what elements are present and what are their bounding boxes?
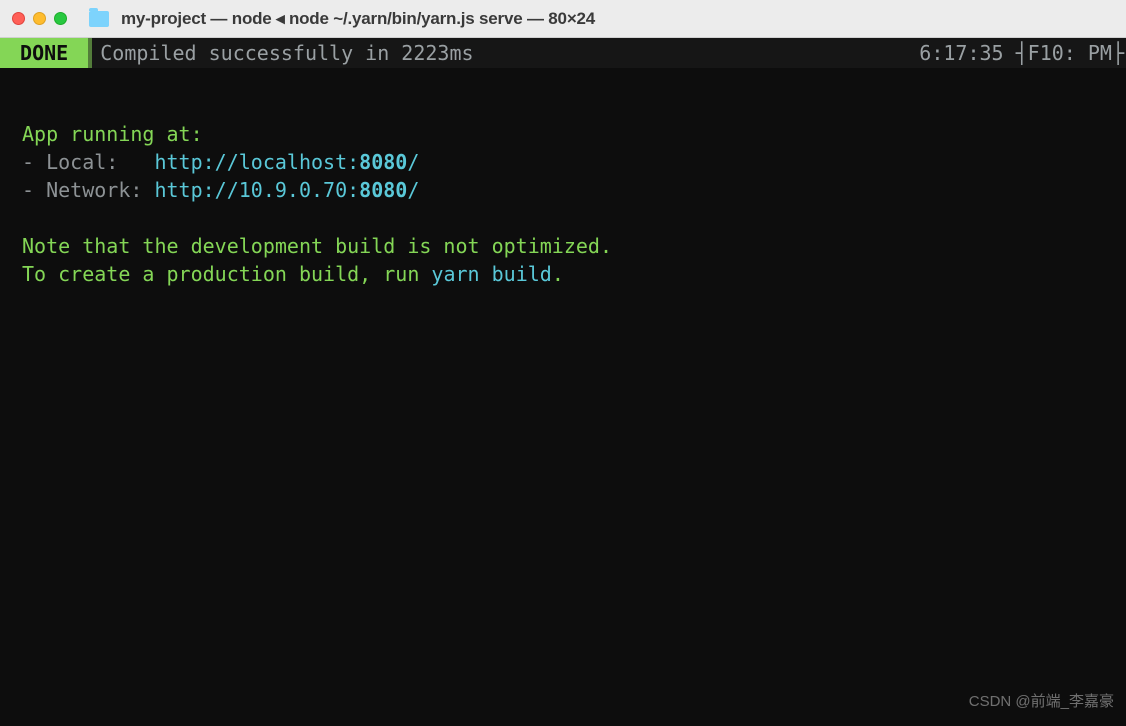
output-line: To create a production build, run yarn b… <box>22 262 564 286</box>
local-url-host: http://localhost: <box>154 150 359 174</box>
terminal-output: App running at: - Local: http://localhos… <box>0 68 1126 316</box>
watermark: CSDN @前端_李嘉豪 <box>969 688 1114 716</box>
traffic-lights <box>12 12 67 25</box>
network-url-tail: / <box>407 178 419 202</box>
terminal-area[interactable]: DONE Compiled successfully in 2223ms 6:1… <box>0 38 1126 726</box>
clock-time: 6:17:35 ┤F10: PM├ <box>919 39 1126 67</box>
local-url-port: 8080 <box>359 150 407 174</box>
network-prefix: - Network: <box>22 178 154 202</box>
note-line-2a: To create a production build, run <box>22 262 431 286</box>
note-line-1: Note that the development build is not o… <box>22 234 612 258</box>
window-title: my-project — node ◂ node ~/.yarn/bin/yar… <box>121 9 595 29</box>
maximize-window-button[interactable] <box>54 12 67 25</box>
network-url-port: 8080 <box>359 178 407 202</box>
yarn-build-command: yarn build <box>431 262 551 286</box>
close-window-button[interactable] <box>12 12 25 25</box>
window-titlebar: my-project — node ◂ node ~/.yarn/bin/yar… <box>0 0 1126 38</box>
running-at-label: App running at: <box>22 122 203 146</box>
compile-status-message: Compiled successfully in 2223ms <box>92 39 919 67</box>
output-line: - Network: http://10.9.0.70:8080/ <box>22 178 419 202</box>
note-line-2b: . <box>552 262 564 286</box>
minimize-window-button[interactable] <box>33 12 46 25</box>
output-line: App running at: <box>22 122 203 146</box>
network-url-host: http://10.9.0.70: <box>154 178 359 202</box>
done-badge: DONE <box>0 38 92 68</box>
output-line: - Local: http://localhost:8080/ <box>22 150 419 174</box>
local-prefix: - Local: <box>22 150 154 174</box>
status-line: DONE Compiled successfully in 2223ms 6:1… <box>0 38 1126 68</box>
local-url-tail: / <box>407 150 419 174</box>
folder-icon <box>89 11 109 27</box>
